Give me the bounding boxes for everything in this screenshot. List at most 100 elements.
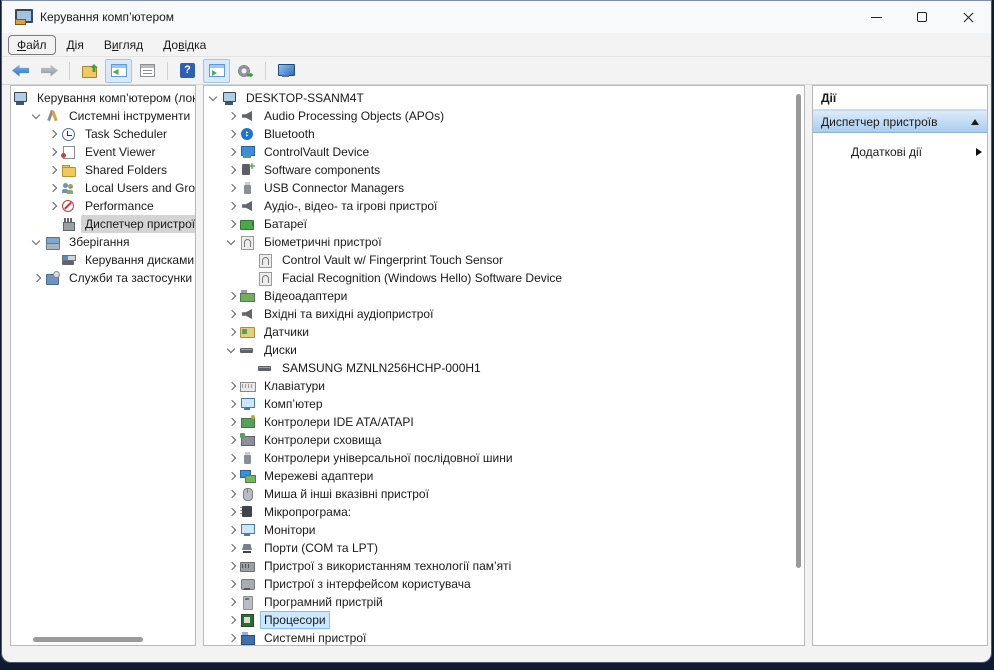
chevron-right-icon[interactable] bbox=[224, 378, 240, 394]
chevron-right-icon[interactable] bbox=[224, 522, 240, 538]
chevron-right-icon[interactable] bbox=[224, 540, 240, 556]
device-item[interactable]: Біометричні пристрої bbox=[204, 233, 804, 251]
chevron-right-icon[interactable] bbox=[224, 108, 240, 124]
device-item[interactable]: Software components bbox=[204, 161, 804, 179]
device-item[interactable]: Порти (COM та LPT) bbox=[204, 539, 804, 557]
device-item[interactable]: Відеоадаптери bbox=[204, 287, 804, 305]
close-button[interactable] bbox=[945, 1, 991, 33]
more-actions-item[interactable]: Додаткові дії bbox=[813, 142, 987, 162]
chevron-right-icon[interactable] bbox=[224, 396, 240, 412]
chevron-right-icon[interactable] bbox=[45, 144, 61, 160]
minimize-button[interactable] bbox=[853, 1, 899, 33]
device-item[interactable]: Клавіатури bbox=[204, 377, 804, 395]
collapse-icon[interactable] bbox=[971, 118, 979, 125]
menu-view[interactable]: Вигляд bbox=[95, 35, 152, 55]
device-item[interactable]: Control Vault w/ Fingerprint Touch Senso… bbox=[204, 251, 804, 269]
chevron-down-icon[interactable] bbox=[224, 342, 240, 358]
chevron-right-icon[interactable] bbox=[29, 270, 45, 286]
chevron-down-icon[interactable] bbox=[206, 90, 222, 106]
chevron-right-icon[interactable] bbox=[224, 558, 240, 574]
tree-item[interactable]: Диспетчер пристроїв bbox=[11, 215, 195, 233]
horizontal-scrollbar[interactable] bbox=[13, 635, 193, 644]
chevron-down-icon[interactable] bbox=[224, 234, 240, 250]
vertical-scrollbar-thumb[interactable] bbox=[796, 94, 801, 568]
chevron-right-icon[interactable] bbox=[224, 162, 240, 178]
chevron-right-icon[interactable] bbox=[224, 144, 240, 160]
chevron-right-icon[interactable] bbox=[224, 216, 240, 232]
vertical-scrollbar[interactable] bbox=[794, 88, 803, 643]
device-item[interactable]: Пристрої з інтерфейсом користувача bbox=[204, 575, 804, 593]
tree-item[interactable]: Системні інструменти bbox=[11, 107, 195, 125]
menu-action[interactable]: Дія bbox=[58, 35, 93, 55]
chevron-right-icon[interactable] bbox=[45, 198, 61, 214]
tree-item[interactable]: Зберігання bbox=[11, 233, 195, 251]
chevron-right-icon[interactable] bbox=[224, 468, 240, 484]
horizontal-scrollbar-thumb[interactable] bbox=[33, 637, 143, 642]
chevron-right-icon[interactable] bbox=[224, 594, 240, 610]
actions-section-device-manager[interactable]: Диспетчер пристроїв bbox=[813, 110, 987, 133]
device-item[interactable]: Аудіо-, відео- та ігрові пристрої bbox=[204, 197, 804, 215]
device-item[interactable]: Датчики bbox=[204, 323, 804, 341]
device-item[interactable]: Процесори bbox=[204, 611, 804, 629]
device-item[interactable]: Миша й інші вказівні пристрої bbox=[204, 485, 804, 503]
chevron-down-icon[interactable] bbox=[29, 234, 45, 250]
chevron-right-icon[interactable] bbox=[224, 198, 240, 214]
tree-item[interactable]: Task Scheduler bbox=[11, 125, 195, 143]
device-item[interactable]: SAMSUNG MZNLN256HCHP-000H1 bbox=[204, 359, 804, 377]
device-item[interactable]: Диски bbox=[204, 341, 804, 359]
device-item[interactable]: Контролери універсальної послідовної шин… bbox=[204, 449, 804, 467]
export-list-button[interactable] bbox=[232, 59, 259, 83]
device-item[interactable]: Bluetooth bbox=[204, 125, 804, 143]
tree-item[interactable]: Керування дисками bbox=[11, 251, 195, 269]
chevron-right-icon[interactable] bbox=[224, 288, 240, 304]
maximize-button[interactable] bbox=[899, 1, 945, 33]
device-item[interactable]: Батареї bbox=[204, 215, 804, 233]
chevron-right-icon[interactable] bbox=[224, 414, 240, 430]
device-item[interactable]: Мережеві адаптери bbox=[204, 467, 804, 485]
chevron-right-icon[interactable] bbox=[224, 612, 240, 628]
titlebar[interactable]: Керування комп’ютером bbox=[2, 1, 991, 33]
chevron-right-icon[interactable] bbox=[224, 126, 240, 142]
device-item[interactable]: DESKTOP-SSANM4T bbox=[204, 89, 804, 107]
help-button[interactable]: ? bbox=[174, 59, 201, 83]
menu-file[interactable]: Файл bbox=[8, 34, 56, 55]
device-item[interactable]: Комп’ютер bbox=[204, 395, 804, 413]
chevron-right-icon[interactable] bbox=[224, 450, 240, 466]
chevron-right-icon[interactable] bbox=[224, 576, 240, 592]
device-item[interactable]: Вхідні та вихідні аудіопристрої bbox=[204, 305, 804, 323]
forward-button[interactable] bbox=[36, 59, 63, 83]
chevron-down-icon[interactable] bbox=[29, 108, 45, 124]
device-item[interactable]: Audio Processing Objects (APOs) bbox=[204, 107, 804, 125]
device-item[interactable]: ControlVault Device bbox=[204, 143, 804, 161]
device-item[interactable]: Монітори bbox=[204, 521, 804, 539]
chevron-right-icon[interactable] bbox=[45, 180, 61, 196]
device-item[interactable]: Пристрої з використанням технології пам’… bbox=[204, 557, 804, 575]
device-item[interactable]: Контролери IDE ATA/ATAPI bbox=[204, 413, 804, 431]
tree-item[interactable]: Event Viewer bbox=[11, 143, 195, 161]
tree-item[interactable]: Performance bbox=[11, 197, 195, 215]
device-item[interactable]: Системні пристрої bbox=[204, 629, 804, 645]
chevron-right-icon[interactable] bbox=[224, 432, 240, 448]
remote-button[interactable] bbox=[272, 59, 299, 83]
chevron-right-icon[interactable] bbox=[224, 630, 240, 645]
menu-help[interactable]: Довідка bbox=[154, 35, 215, 55]
tree-item[interactable]: Local Users and Groups bbox=[11, 179, 195, 197]
device-item[interactable]: Контролери сховища bbox=[204, 431, 804, 449]
tree-item[interactable]: Керування комп’ютером (лока bbox=[11, 89, 195, 107]
chevron-right-icon[interactable] bbox=[45, 162, 61, 178]
device-item[interactable]: Програмний пристрій bbox=[204, 593, 804, 611]
device-item[interactable]: Facial Recognition (Windows Hello) Softw… bbox=[204, 269, 804, 287]
chevron-right-icon[interactable] bbox=[224, 504, 240, 520]
device-item[interactable]: USB Connector Managers bbox=[204, 179, 804, 197]
tree-item[interactable]: Служби та застосунки bbox=[11, 269, 195, 287]
properties-button[interactable] bbox=[134, 59, 161, 83]
device-item[interactable]: Мікропрограма: bbox=[204, 503, 804, 521]
tree-item[interactable]: Shared Folders bbox=[11, 161, 195, 179]
show-action-pane-button[interactable] bbox=[203, 58, 230, 83]
chevron-right-icon[interactable] bbox=[224, 180, 240, 196]
chevron-right-icon[interactable] bbox=[224, 306, 240, 322]
up-level-button[interactable] bbox=[76, 59, 103, 83]
chevron-right-icon[interactable] bbox=[224, 324, 240, 340]
back-button[interactable] bbox=[7, 59, 34, 83]
chevron-right-icon[interactable] bbox=[224, 486, 240, 502]
